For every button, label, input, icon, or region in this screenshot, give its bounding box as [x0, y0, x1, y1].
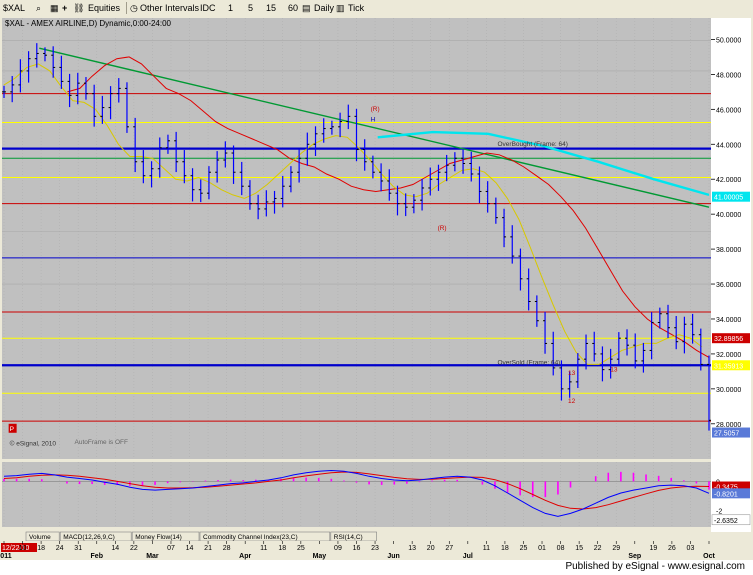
annotation-label: 13: [610, 366, 618, 373]
x-tick-label: 20: [427, 545, 435, 552]
y-tick-label: 32.0000: [716, 352, 741, 359]
annotation-label: OverSold (Frame: 64): [498, 359, 561, 366]
x-tick-label: 09: [334, 545, 342, 552]
x-tick-label: 03: [687, 545, 695, 552]
x-tick-label: 27: [445, 545, 453, 552]
x-tick-label: 14: [111, 545, 119, 552]
y-tick-label: 36.0000: [716, 282, 741, 289]
x-tick-label: 19: [649, 545, 657, 552]
publisher-label: Published by eSignal - www.esignal.com: [565, 561, 745, 572]
x-tick-label: 28: [223, 545, 231, 552]
search-icon[interactable]: ⌕: [36, 2, 41, 14]
tick-button[interactable]: Tick: [348, 2, 364, 14]
x-tick-label: 18: [278, 545, 286, 552]
x-tick-label: Sep: [628, 553, 641, 560]
add-icon[interactable]: +: [62, 2, 67, 14]
y-tick-label: 30.0000: [716, 387, 741, 394]
chart-window[interactable]: 50.0000 48.0000 46.0000 44.0000 42.0000 40.00…: [0, 16, 753, 560]
chart-header: $XAL - AMEX AIRLINE,D) Dynamic,0:00-24:0…: [5, 19, 172, 28]
symbol-label[interactable]: $XAL: [3, 2, 25, 14]
x-tick-label: 25: [297, 545, 305, 552]
x-tick-label: 18: [37, 545, 45, 552]
annotation-label: OverBought (Frame: 64): [498, 141, 568, 148]
price-label-text: 27.5057: [714, 431, 739, 438]
x-tick-label: 07: [167, 545, 175, 552]
annotation-label: © eSignal, 2010: [10, 440, 57, 448]
price-label-text: 41.00005: [714, 195, 743, 202]
panel-tab-label[interactable]: Money Flow(14): [135, 534, 182, 541]
interval-5-button[interactable]: 5: [248, 2, 253, 14]
y-tick-label: 40.0000: [716, 212, 741, 219]
daily-button[interactable]: Daily: [314, 2, 334, 14]
x-tick-label: 22: [130, 545, 138, 552]
y-tick-label: 48.0000: [716, 72, 741, 79]
annotation-label: P: [10, 426, 14, 433]
clock-icon[interactable]: ◷: [130, 2, 138, 14]
x-tick-label: Jul: [463, 553, 473, 560]
x-tick-label: Jun: [387, 553, 399, 560]
x-tick-label: 08: [557, 545, 565, 552]
interval-15-button[interactable]: 15: [266, 2, 276, 14]
x-tick-label: Mar: [146, 553, 159, 560]
y-tick-label: 38.0000: [716, 247, 741, 254]
x-tick-label: 26: [668, 545, 676, 552]
price-label-text: 31.35913: [714, 363, 743, 370]
calendar-icon[interactable]: ▤: [302, 2, 311, 14]
annotation-label: H: [371, 117, 376, 124]
x-tick-label: 31: [74, 545, 82, 552]
y-tick-label: 34.0000: [716, 317, 741, 324]
idc-button[interactable]: IDC: [200, 2, 216, 14]
x-tick-label: 2011: [0, 553, 12, 560]
annotation-label: 13: [568, 370, 576, 377]
grid-icon[interactable]: ▦: [50, 2, 59, 14]
x-tick-label: 21: [204, 545, 212, 552]
x-tick-label: 10: [19, 545, 27, 552]
x-tick-label: 13: [408, 545, 416, 552]
annotation-label: 12: [568, 398, 576, 405]
panel-tab-label[interactable]: RSI(14,C): [334, 534, 363, 541]
toolbar: $XAL ⌕ ▦ + ⛓ Equities ◷ Other Intervals …: [0, 0, 753, 17]
y-tick-label: 44.0000: [716, 142, 741, 149]
y-tick-label: 42.0000: [716, 177, 741, 184]
chart-svg[interactable]: 50.0000 48.0000 46.0000 44.0000 42.0000 40.00…: [0, 16, 753, 560]
other-intervals-dropdown[interactable]: Other Intervals: [140, 2, 199, 14]
x-tick-label: 11: [483, 545, 490, 552]
annotation-label: (R): [438, 225, 447, 232]
link-icon[interactable]: ⛓: [73, 2, 84, 14]
x-tick-label: 11: [260, 545, 267, 552]
x-tick-label: Oct: [703, 553, 715, 560]
macd-price-label-text: -0.8201: [714, 491, 738, 498]
panel-tab-label[interactable]: Volume: [29, 534, 51, 541]
x-tick-label: 24: [56, 545, 64, 552]
tick-icon[interactable]: ▥: [336, 2, 345, 14]
x-tick-label: 25: [520, 545, 528, 552]
y-tick-label: 50.0000: [716, 37, 741, 44]
price-axis[interactable]: [711, 18, 751, 532]
macd-y-tick-label: -2: [716, 508, 722, 515]
interval-60-button[interactable]: 60: [288, 2, 298, 14]
annotation-label: (R): [371, 106, 380, 113]
x-tick-label: 15: [575, 545, 583, 552]
annotation-label: AutoFrame is OFF: [75, 439, 128, 446]
macd-price-label-text: -2.6352: [714, 518, 738, 525]
y-tick-label: 46.0000: [716, 107, 741, 114]
x-tick-label: 23: [371, 545, 379, 552]
x-tick-label: 22: [594, 545, 602, 552]
x-tick-label: 16: [353, 545, 361, 552]
x-tick-label: Apr: [239, 553, 251, 560]
interval-1-button[interactable]: 1: [228, 2, 233, 14]
x-tick-label: 29: [612, 545, 620, 552]
x-tick-label: 01: [538, 545, 546, 552]
x-tick-label: May: [313, 553, 327, 560]
panel-tab-label[interactable]: MACD(12,26,9,C): [63, 534, 115, 541]
x-tick-label: 18: [501, 545, 509, 552]
equities-dropdown[interactable]: Equities: [88, 2, 120, 14]
panel-tab-label[interactable]: Commodity Channel Index(23,C): [203, 534, 298, 541]
x-tick-label: 14: [186, 545, 194, 552]
x-tick-label: Feb: [91, 553, 103, 560]
footer: Published by eSignal - www.esignal.com: [0, 560, 753, 575]
price-label-text: 32.89856: [714, 336, 743, 343]
